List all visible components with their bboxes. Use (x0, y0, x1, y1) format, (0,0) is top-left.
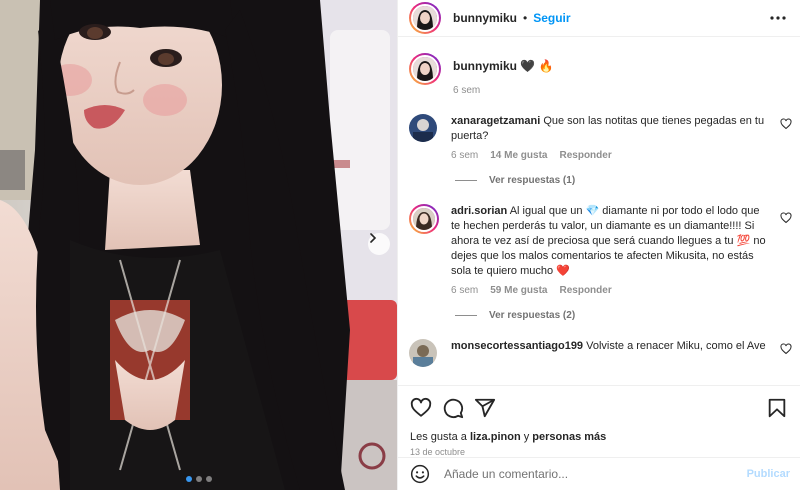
post-date[interactable]: 13 de octubre (398, 443, 800, 457)
carousel-indicator (0, 476, 397, 482)
publish-button[interactable]: Publicar (747, 468, 790, 480)
like-comment-icon[interactable] (780, 343, 792, 355)
comment-item: monsecortessantiago199 Volviste a renace… (398, 339, 800, 367)
comment-icon[interactable] (442, 397, 464, 419)
chevron-right-icon (370, 233, 377, 243)
likes-summary: Les gusta a liza.pinon y personas más (398, 429, 800, 443)
caption-avatar[interactable] (409, 53, 441, 85)
view-replies-label: Ver respuestas (1) (489, 175, 576, 186)
comment-item: xanaragetzamani Que son las notitas que … (398, 114, 800, 161)
replies-divider (455, 315, 477, 316)
carousel-dot (185, 476, 192, 482)
post-photo[interactable] (0, 0, 397, 490)
author-username[interactable]: bunnymiku (453, 11, 517, 25)
like-icon[interactable] (410, 397, 432, 419)
more-options-button[interactable] (766, 6, 790, 30)
likes-prefix: Les gusta a (410, 431, 467, 443)
avatar-image (413, 57, 437, 81)
post-caption: bunnymiku 🖤 🔥 6 sem (398, 37, 800, 96)
comment-time: 6 sem (451, 150, 479, 161)
author-avatar[interactable] (409, 2, 441, 34)
follow-button[interactable]: Seguir (533, 11, 570, 25)
caption-time: 6 sem (453, 85, 481, 96)
comment-likes[interactable]: 59 Me gusta (490, 285, 547, 296)
likes-others-link[interactable]: personas más (532, 431, 606, 443)
comment-input[interactable] (444, 467, 747, 481)
carousel-dot (205, 476, 212, 482)
replies-divider (455, 180, 477, 181)
comments-section[interactable]: bunnymiku 🖤 🔥 6 sem xanaragetzamani Que … (398, 37, 800, 385)
view-replies-button[interactable]: Ver respuestas (2) (455, 310, 800, 321)
header-separator: • (523, 11, 528, 25)
avatar-image (413, 208, 435, 230)
comment-item: adri.sorian Al igual que un 💎 diamante n… (398, 204, 800, 296)
commenter-avatar[interactable] (409, 114, 437, 142)
reply-button[interactable]: Responder (559, 285, 611, 296)
avatar-image (409, 339, 437, 367)
likes-middle: y (523, 431, 530, 443)
share-icon[interactable] (474, 397, 496, 419)
view-replies-label: Ver respuestas (2) (489, 310, 576, 321)
commenter-username[interactable]: monsecortessantiago199 (451, 340, 583, 352)
commenter-avatar[interactable] (409, 339, 437, 367)
add-comment-bar: Publicar (398, 457, 800, 490)
avatar-image (409, 114, 437, 142)
reply-button[interactable]: Responder (559, 150, 611, 161)
comment-time: 6 sem (451, 285, 479, 296)
caption-text: 🖤 🔥 (520, 59, 554, 73)
more-horizontal-icon (770, 16, 786, 20)
bookmark-icon[interactable] (766, 397, 788, 419)
like-comment-icon[interactable] (780, 118, 792, 130)
avatar-image (413, 6, 437, 30)
instagram-post: bunnymiku • Seguir bunnymiku 🖤 🔥 6 sem x… (0, 0, 800, 490)
post-side-panel: bunnymiku • Seguir bunnymiku 🖤 🔥 6 sem x… (397, 0, 800, 490)
commenter-avatar[interactable] (409, 204, 439, 234)
carousel-dot (195, 476, 202, 482)
comment-likes[interactable]: 14 Me gusta (490, 150, 547, 161)
emoji-icon[interactable] (410, 464, 430, 484)
commenter-username[interactable]: adri.sorian (451, 205, 507, 217)
selfie-photo (0, 0, 397, 490)
comment-text: Volviste a renacer Miku, como el Ave (586, 340, 766, 352)
likes-user-link[interactable]: liza.pinon (470, 431, 521, 443)
post-header: bunnymiku • Seguir (398, 0, 800, 37)
post-actions-bar (398, 385, 800, 429)
like-comment-icon[interactable] (780, 212, 792, 224)
view-replies-button[interactable]: Ver respuestas (1) (455, 175, 800, 186)
next-photo-button[interactable] (368, 233, 390, 255)
commenter-username[interactable]: xanaragetzamani (451, 115, 540, 127)
caption-username[interactable]: bunnymiku (453, 59, 517, 73)
